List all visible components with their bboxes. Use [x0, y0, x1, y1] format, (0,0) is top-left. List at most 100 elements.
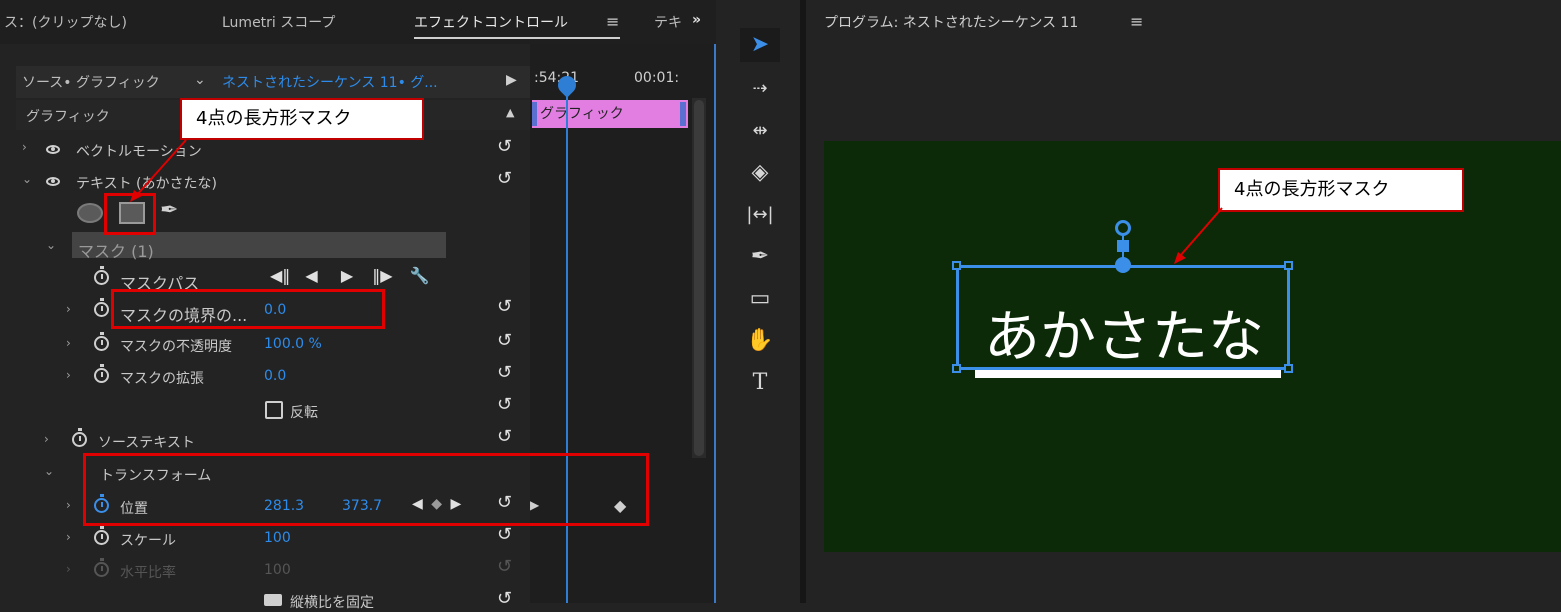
- inverted-checkbox[interactable]: [265, 401, 283, 419]
- expand-chevron-icon[interactable]: ›: [66, 498, 71, 512]
- track-backward-icon[interactable]: ◀: [305, 266, 317, 285]
- track-select-tool-icon[interactable]: ⇢: [740, 72, 780, 106]
- program-menu-icon[interactable]: ≡: [1130, 12, 1143, 31]
- collapse-chevron-icon[interactable]: ⌄: [22, 172, 32, 186]
- reset-icon: ↺: [497, 556, 513, 577]
- track-forward-one-icon[interactable]: ‖▶: [372, 266, 392, 285]
- panel-menu-icon[interactable]: ≡: [606, 12, 619, 31]
- uniform-scale-checkbox[interactable]: [264, 594, 282, 606]
- track-forward-icon[interactable]: ▶: [341, 266, 353, 285]
- highlight-mask-feather: [111, 289, 385, 329]
- text-layer-row[interactable]: ⌄ テキスト (あかさたな) ↺: [0, 166, 530, 198]
- mask-handle-stem: [1122, 234, 1124, 258]
- mask-vertex-handle[interactable]: [1284, 364, 1293, 373]
- mask-vertex-handle[interactable]: [952, 364, 961, 373]
- more-tabs-icon[interactable]: »: [692, 12, 701, 28]
- callout-arrow-right: [1174, 207, 1223, 264]
- callout-right: 4点の長方形マスク: [1218, 168, 1464, 212]
- graphic-clip-bar[interactable]: グラフィック: [532, 100, 688, 128]
- mask-expansion-label: マスクの拡張: [120, 371, 204, 387]
- play-only-clip-icon[interactable]: ▶: [506, 72, 517, 88]
- source-selector-bar: ソース• グラフィック ⌄ ネストされたシーケンス 11• グ... ▶: [16, 66, 530, 98]
- mask-vertex-handle[interactable]: [952, 261, 961, 270]
- panel-tab-bar: ス：(クリップなし) Lumetri スコープ エフェクトコントロール ≡ テキ…: [0, 0, 716, 44]
- reset-icon[interactable]: ↺: [497, 362, 512, 383]
- reset-icon[interactable]: ↺: [497, 330, 512, 351]
- tab-effect-controls[interactable]: エフェクトコントロール: [414, 12, 568, 32]
- reset-icon[interactable]: ↺: [497, 426, 512, 447]
- stopwatch-icon[interactable]: [94, 298, 109, 317]
- mask-vertex-handle[interactable]: [1284, 261, 1293, 270]
- scale-value[interactable]: 100: [264, 530, 291, 546]
- ripple-edit-tool-icon[interactable]: ⇹: [740, 114, 780, 148]
- callout-left: 4点の長方形マスク: [180, 98, 424, 140]
- source-text-label: ソーステキスト: [98, 435, 195, 451]
- sequence-dropdown-chevron-icon[interactable]: ⌄: [194, 72, 206, 88]
- razor-tool-icon[interactable]: ◈: [740, 156, 780, 190]
- visibility-eye-icon[interactable]: [46, 145, 60, 154]
- expand-chevron-icon[interactable]: ›: [44, 432, 49, 446]
- reset-icon[interactable]: ↺: [497, 296, 512, 317]
- mask-rotate-handle[interactable]: [1115, 220, 1131, 236]
- reset-icon[interactable]: ↺: [497, 524, 512, 545]
- track-backward-one-icon[interactable]: ◀‖: [270, 266, 290, 285]
- tab-lumetri-scopes[interactable]: Lumetri スコープ: [222, 12, 335, 32]
- horizontal-ratio-value: 100: [264, 562, 291, 578]
- program-monitor-title: プログラム: ネストされたシーケンス 11: [824, 15, 1079, 31]
- active-tab-indicator: [414, 37, 620, 39]
- selection-tool-icon[interactable]: ➤: [740, 28, 780, 62]
- mask-opacity-label: マスクの不透明度: [120, 339, 232, 355]
- expand-chevron-icon[interactable]: ›: [66, 336, 71, 350]
- collapse-up-icon[interactable]: ▲: [506, 106, 514, 119]
- visibility-eye-icon[interactable]: [46, 177, 60, 186]
- slip-tool-icon[interactable]: |↔|: [740, 198, 780, 232]
- tab-source[interactable]: ス：(クリップなし): [4, 12, 127, 32]
- stopwatch-icon[interactable]: [94, 266, 109, 285]
- inverted-label: 反転: [290, 405, 318, 421]
- reset-icon[interactable]: ↺: [497, 136, 512, 157]
- mask-path-controls: ◀‖ ◀ ▶ ‖▶ 🔧: [270, 266, 430, 285]
- mask-opacity-value[interactable]: 100.0 %: [264, 336, 322, 352]
- reset-icon[interactable]: ↺: [497, 588, 512, 609]
- panel-scrollbar-thumb[interactable]: [694, 100, 704, 456]
- mask-expansion-value[interactable]: 0.0: [264, 368, 286, 384]
- collapse-chevron-icon[interactable]: ⌄: [44, 464, 54, 478]
- stopwatch-icon[interactable]: [94, 364, 109, 383]
- horizontal-ratio-label: 水平比率: [120, 565, 176, 581]
- stopwatch-icon[interactable]: [72, 428, 87, 447]
- expand-chevron-icon[interactable]: ›: [66, 302, 71, 316]
- hand-tool-icon[interactable]: ✋: [740, 324, 780, 358]
- clip-out-handle[interactable]: [680, 102, 686, 126]
- scale-label: スケール: [120, 533, 176, 549]
- timecode-end: 00:01:: [634, 70, 680, 86]
- mask-feather-handle[interactable]: [1115, 257, 1131, 273]
- reset-icon[interactable]: ↺: [497, 394, 512, 415]
- tab-text[interactable]: テキ: [654, 12, 682, 32]
- highlight-transform: [83, 453, 649, 526]
- stopwatch-icon: [94, 558, 109, 577]
- sequence-clip-dropdown[interactable]: ネストされたシーケンス 11• グ...: [222, 72, 438, 92]
- rectangle-mask-outline[interactable]: [956, 265, 1290, 370]
- graphic-clip-label: グラフィック: [540, 106, 624, 122]
- stopwatch-icon[interactable]: [94, 526, 109, 545]
- expand-chevron-icon: ›: [66, 562, 71, 576]
- stopwatch-icon[interactable]: [94, 332, 109, 351]
- mask-group-label: マスク (1): [78, 242, 154, 261]
- effect-controls-panel: ス：(クリップなし) Lumetri スコープ エフェクトコントロール ≡ テキ…: [0, 0, 716, 611]
- reset-icon[interactable]: ↺: [497, 168, 512, 189]
- collapse-chevron-icon[interactable]: ⌄: [46, 238, 56, 252]
- pen-tool-icon[interactable]: ✒: [740, 240, 780, 274]
- ellipse-mask-icon[interactable]: [77, 203, 103, 223]
- text-underline: [975, 370, 1281, 378]
- rectangle-tool-icon[interactable]: ▭: [740, 282, 780, 316]
- wrench-icon[interactable]: 🔧: [410, 266, 430, 285]
- expand-chevron-icon[interactable]: ›: [22, 140, 27, 154]
- graphics-section-title: グラフィック: [26, 109, 110, 125]
- source-clip-label: ソース• グラフィック: [22, 75, 160, 91]
- uniform-scale-label: 縦横比を固定: [290, 595, 374, 611]
- expand-chevron-icon[interactable]: ›: [66, 530, 71, 544]
- callout-arrow-left: [130, 139, 187, 202]
- clip-in-handle[interactable]: [532, 102, 537, 126]
- type-tool-icon[interactable]: T: [740, 366, 780, 400]
- expand-chevron-icon[interactable]: ›: [66, 368, 71, 382]
